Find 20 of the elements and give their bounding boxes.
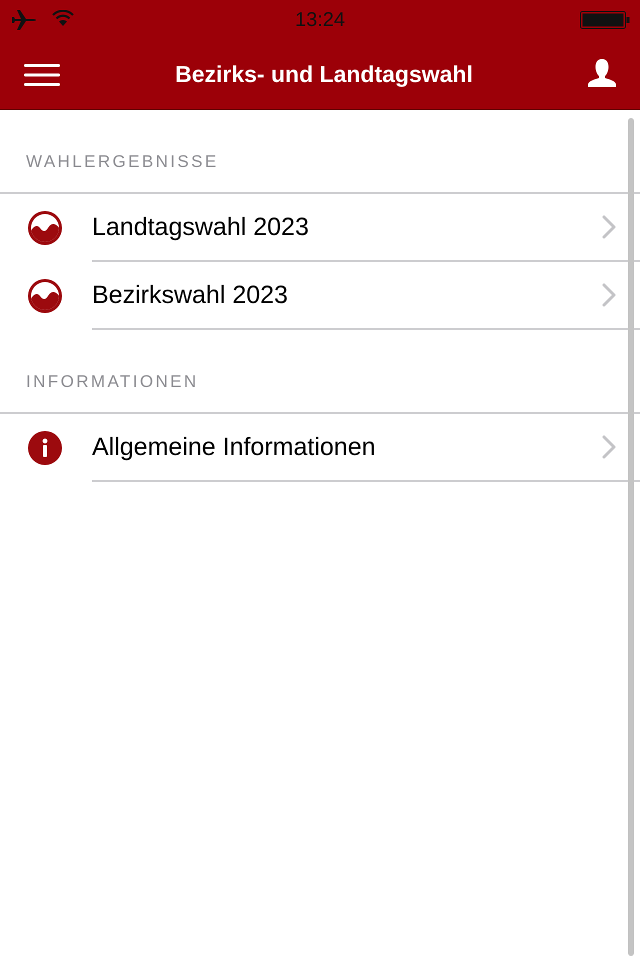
airplane-icon [12,10,36,30]
wave-circle-icon [28,279,62,313]
wifi-icon [52,10,74,26]
item-label: Allgemeine Informationen [92,432,376,462]
battery-icon [580,11,630,29]
section-header: WAHLERGEBNISSE [26,152,219,172]
menu-icon [24,64,60,86]
item-label: Landtagswahl 2023 [92,212,309,242]
item-label: Bezirkswahl 2023 [92,280,288,310]
profile-button[interactable] [586,60,618,88]
status-time: 13:24 [294,8,346,32]
nav-title: Bezirks- und Landtagswahl [175,61,473,88]
chevron-icon [602,435,616,459]
menu-button[interactable] [22,62,62,88]
wave-circle-icon [28,211,62,245]
section-header: INFORMATIONEN [26,372,199,392]
user-icon [588,58,616,86]
chevron-icon [602,283,616,307]
chevron-icon [602,215,616,239]
info-icon [28,431,62,465]
